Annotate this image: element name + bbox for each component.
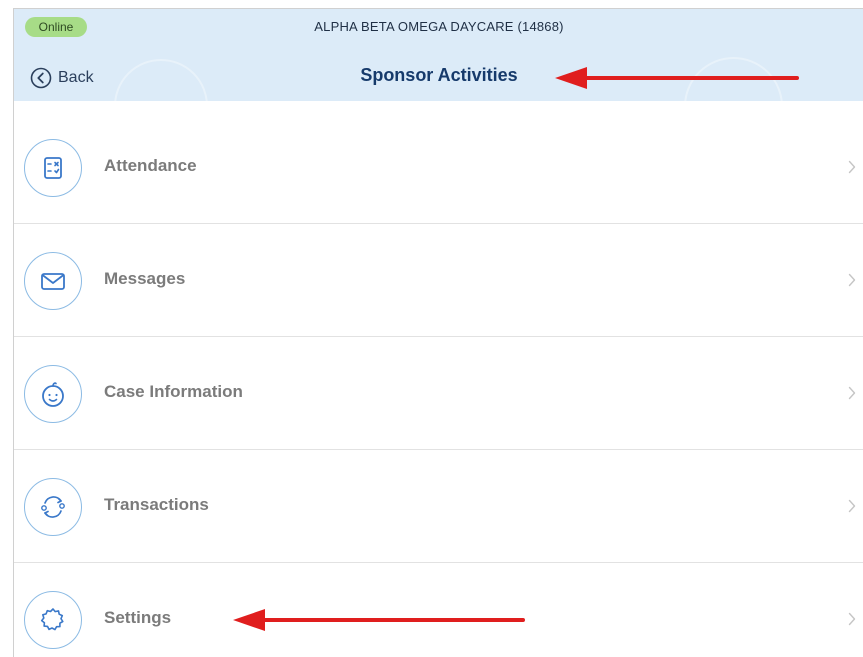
chevron-right-icon: [848, 612, 856, 626]
chevron-right-icon: [848, 160, 856, 174]
menu-item-label: Settings: [104, 608, 172, 627]
menu-item-label: Case Information: [104, 382, 243, 401]
menu-item-case-information[interactable]: Case Information: [14, 337, 863, 450]
org-title: ALPHA BETA OMEGA DAYCARE (14868): [314, 19, 564, 34]
activity-list: Attendance Messages Case Information Tra…: [14, 111, 863, 657]
chevron-right-icon: [848, 499, 856, 513]
arrow-annotation-settings: [233, 609, 525, 631]
menu-item-attendance[interactable]: Attendance: [14, 111, 863, 224]
envelope-icon: [24, 252, 82, 310]
attendance-checklist-icon: [24, 139, 82, 197]
menu-item-label: Messages: [104, 269, 186, 288]
gear-icon: [24, 591, 82, 649]
baby-face-icon: [24, 365, 82, 423]
app-frame: Online ALPHA BETA OMEGA DAYCARE (14868) …: [13, 8, 863, 657]
chevron-right-icon: [848, 386, 856, 400]
arrow-annotation-title: [555, 67, 799, 89]
menu-item-label: Attendance: [104, 156, 197, 175]
menu-item-messages[interactable]: Messages: [14, 224, 863, 337]
menu-item-transactions[interactable]: Transactions: [14, 450, 863, 563]
menu-item-label: Transactions: [104, 495, 209, 514]
exchange-people-icon: [24, 478, 82, 536]
chevron-right-icon: [848, 273, 856, 287]
